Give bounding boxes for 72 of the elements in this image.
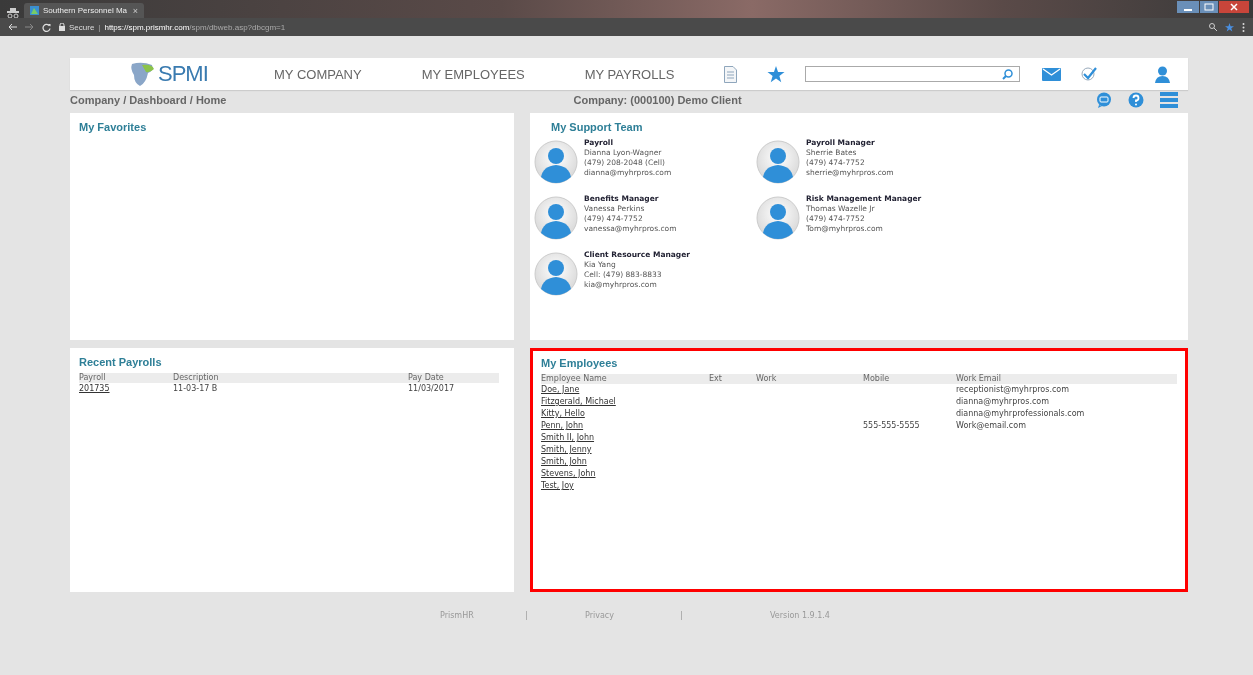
maximize-icon[interactable] [1200,1,1218,13]
employee-link[interactable]: Smith II, John [541,432,595,444]
close-icon[interactable]: × [132,5,138,16]
column-header: Description [173,373,220,383]
table-cell-text: 11/03/2017 [408,383,456,395]
secure-label: Secure [69,22,95,32]
avatar-icon [534,140,578,184]
star-icon[interactable] [1225,22,1234,32]
payroll-link[interactable]: 201735 [79,383,110,395]
employee-link[interactable]: Kitty, Hello [541,408,585,420]
avatar-icon [756,196,800,240]
table-cell-text: dianna@myhrpros.com [956,396,1050,408]
panel-title: My Favorites [79,121,148,133]
tab-title: Southern Personnel Ma [43,6,128,15]
table-cell-text: 11-03-17 B [173,383,219,395]
check-icon[interactable] [1081,67,1098,81]
employee-link[interactable]: Smith, Jenny [541,444,592,456]
separator: | [525,611,529,620]
employee-link[interactable]: Penn, John [541,420,584,432]
employee-link[interactable]: Stevens, John [541,468,596,480]
employee-link[interactable]: Test, Joy [541,480,574,492]
list-icon[interactable] [1160,92,1178,108]
column-header: Ext [709,374,723,384]
chat-icon[interactable] [1096,92,1112,108]
avatar-icon [534,252,578,296]
lock-icon [59,23,65,31]
panel-title: Recent Payrolls [79,356,163,368]
table-cell-text: Work@email.com [956,420,1027,432]
column-header: Pay Date [408,373,445,383]
favicon-icon [30,6,39,15]
column-header: Mobile [863,374,891,384]
table-cell-text: 555-555-5555 [863,420,921,432]
employee-link[interactable]: Fitzgerald, Michael [541,396,616,408]
back-icon[interactable] [8,23,17,31]
column-header: Payroll [79,373,107,383]
mail-icon[interactable] [1042,67,1062,81]
breadcrumb: Company / Dashboard / Home [70,94,227,106]
panel-title: My Employees [541,357,619,369]
avatar-icon [756,140,800,184]
employee-link[interactable]: Doe, Jane [541,384,580,396]
separator: | [680,611,684,620]
column-header: Work [756,374,778,384]
search-field[interactable] [805,66,1021,82]
nav-link[interactable]: MY EMPLOYEES [421,66,525,82]
employee-link[interactable]: Smith, John [541,456,587,468]
logo-text: SPMI [158,61,208,87]
table-cell-text: dianna@myhrprofessionals.com [956,408,1086,420]
avatar-icon [534,196,578,240]
close-icon[interactable] [1219,1,1249,13]
document-icon[interactable] [724,65,738,83]
logo-icon [128,61,156,87]
help-icon[interactable] [1128,92,1144,108]
forward-icon[interactable] [25,23,34,31]
star-icon[interactable] [767,65,786,83]
minimize-icon[interactable] [1177,1,1199,13]
incognito-icon [6,8,20,18]
zoom-icon[interactable] [1209,23,1217,31]
user-icon[interactable] [1155,65,1170,83]
version-text: Version 1.9.1.4 [770,611,830,620]
column-header: Employee Name [541,374,608,384]
reload-icon[interactable] [42,22,51,32]
nav-link[interactable]: MY PAYROLLS [584,66,675,82]
separator: | [98,22,101,32]
nav-link[interactable]: MY COMPANY [274,66,362,82]
table-cell-text: receptionist@myhrpros.com [956,384,1071,396]
browser-tab[interactable]: Southern Personnel Ma × [24,3,144,18]
search-icon[interactable] [1002,68,1014,80]
column-header: Work Email [956,374,1002,384]
panel-title: My Support Team [551,121,644,133]
company-label: Company: (000100) Demo Client [573,94,742,106]
url-text[interactable]: https://spm.prismhr.com/spm/dbweb.asp?dbcgm=1 [104,22,286,32]
menu-icon[interactable] [1242,22,1245,32]
